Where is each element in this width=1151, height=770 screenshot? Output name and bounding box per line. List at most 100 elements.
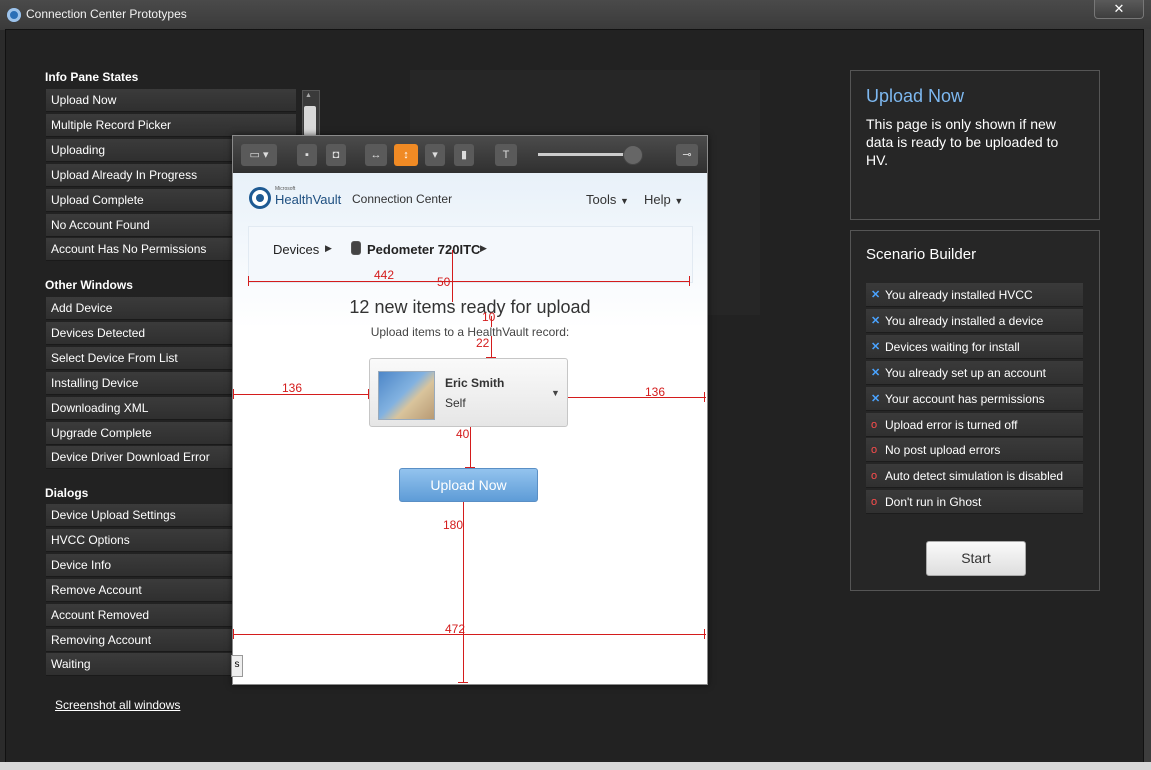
scenario-option-label: You already set up an account <box>885 365 1047 380</box>
breadcrumb-devices[interactable]: Devices <box>273 242 319 257</box>
other-windows-item[interactable]: Device Driver Download Error <box>46 446 232 470</box>
other-windows-item[interactable]: Installing Device <box>46 371 232 395</box>
opacity-slider-track[interactable] <box>538 153 628 156</box>
scenario-option-label: Devices waiting for install <box>885 339 1020 354</box>
brand-main: HealthVault <box>275 192 342 207</box>
redline-right-136 <box>568 397 706 398</box>
breadcrumb-device[interactable]: Pedometer 720ITC <box>367 242 480 257</box>
measure-right-136: 136 <box>645 385 666 399</box>
measure-22: 22 <box>476 336 490 350</box>
redline-tick <box>486 357 496 358</box>
measure-40: 40 <box>456 427 470 441</box>
screenshot-icon[interactable]: ◘ <box>326 144 346 166</box>
scenario-option[interactable]: o Auto detect simulation is disabled <box>866 464 1083 489</box>
dialogs-item[interactable]: Account Removed <box>46 603 232 627</box>
info-pane-item[interactable]: Multiple Record Picker <box>46 113 296 137</box>
dialogs-item[interactable]: Remove Account <box>46 578 232 602</box>
start-button[interactable]: Start <box>926 541 1026 576</box>
measure-180: 180 <box>443 518 464 532</box>
healthvault-logo-dot <box>256 194 264 202</box>
other-windows-title: Other Windows <box>45 278 133 292</box>
dialogs-item[interactable]: Waiting <box>46 653 232 677</box>
redline-40 <box>470 427 471 468</box>
dialogs-item[interactable]: Removing Account <box>46 628 232 652</box>
chevron-down-icon[interactable]: ▼ <box>551 388 560 398</box>
other-windows-item[interactable]: Devices Detected <box>46 321 232 345</box>
redline-tick <box>248 276 249 286</box>
redline-tick <box>233 629 234 639</box>
scenario-option-label: You already installed HVCC <box>885 288 1033 302</box>
redline-472 <box>233 634 706 635</box>
window-border <box>1144 29 1151 764</box>
scenario-option[interactable]: ✕ You already installed a device <box>866 308 1083 333</box>
scenario-builder-title: Scenario Builder <box>866 246 977 263</box>
redline-22 <box>491 336 492 358</box>
resize-tab[interactable]: s <box>231 655 243 677</box>
pin-icon[interactable]: ⊸ <box>676 144 698 166</box>
record-avatar <box>378 371 435 420</box>
scenario-option[interactable]: o Don't run in Ghost <box>866 490 1083 515</box>
disabled-circle-icon: o <box>871 470 878 483</box>
dialogs-item[interactable]: Device Info <box>46 553 232 577</box>
enabled-x-icon: ✕ <box>871 366 881 379</box>
other-windows-item[interactable]: Downloading XML <box>46 396 232 420</box>
dialogs-title: Dialogs <box>45 486 89 500</box>
pedometer-icon <box>351 241 361 255</box>
redline-tick <box>704 392 705 402</box>
upload-now-button[interactable]: Upload Now <box>399 468 538 502</box>
measure-50: 50 <box>437 275 451 289</box>
scenario-option-label: Upload error is turned off <box>885 417 1018 432</box>
other-windows-item[interactable]: Upgrade Complete <box>46 421 232 445</box>
text-tool-icon[interactable]: T <box>495 144 517 166</box>
close-button[interactable]: ✕ <box>1094 0 1144 19</box>
tools-menu[interactable]: Tools ▼ <box>586 192 629 207</box>
opacity-slider-thumb[interactable] <box>623 145 643 165</box>
dialogs-item[interactable]: HVCC Options <box>46 528 232 552</box>
disabled-circle-icon: o <box>871 444 878 457</box>
measure-horizontal-icon[interactable]: ↔ <box>365 144 387 166</box>
enabled-x-icon: ✕ <box>871 289 881 301</box>
tools-menu-label: Tools <box>586 192 617 207</box>
chevron-right-icon: ▶ <box>480 243 487 253</box>
redline-tick <box>465 467 475 468</box>
redline-180 <box>463 502 464 683</box>
enabled-x-icon: ✕ <box>871 340 881 353</box>
enabled-x-icon: ✕ <box>871 392 881 405</box>
screenshot-all-link[interactable]: Screenshot all windows <box>55 698 180 712</box>
scenario-option-label: Don't run in Ghost <box>885 495 982 510</box>
eraser-icon[interactable]: ▮ <box>454 144 474 166</box>
redline-tick <box>368 389 369 399</box>
info-pane-states-title: Info Pane States <box>45 70 139 84</box>
measure-472: 472 <box>445 622 466 636</box>
scenario-option[interactable]: ✕ You already set up an account <box>866 360 1083 385</box>
other-windows-item[interactable]: Select Device From List <box>46 346 232 370</box>
help-menu[interactable]: Help ▼ <box>644 192 683 207</box>
dialogs-item[interactable]: Device Upload Settings <box>46 504 232 527</box>
info-pane-item[interactable]: Upload Now <box>46 89 296 112</box>
window-title: Connection Center Prototypes <box>26 7 187 21</box>
help-menu-label: Help <box>644 192 671 207</box>
window-border-bottom <box>0 762 1151 770</box>
scenario-option[interactable]: ✕ You already installed HVCC <box>866 283 1083 307</box>
folder-icon[interactable]: ▭ ▾ <box>241 144 277 166</box>
scenario-option-label: No post upload errors <box>885 443 1001 458</box>
scrollbar-thumb[interactable] <box>304 106 316 136</box>
record-relation: Self <box>445 396 466 410</box>
scenario-option-label: You already installed a device <box>885 313 1044 328</box>
marker-icon[interactable]: ▾ <box>425 144 445 166</box>
items-heading: 12 new items ready for upload <box>349 297 591 317</box>
scenario-option[interactable]: ✕ Your account has permissions <box>866 386 1083 411</box>
scenario-option-label: Your account has permissions <box>885 391 1045 406</box>
redline-tick <box>458 682 468 683</box>
scenario-option[interactable]: o Upload error is turned off <box>866 412 1083 437</box>
scenario-option[interactable]: ✕ Devices waiting for install <box>866 334 1083 359</box>
scroll-up-icon[interactable]: ▲ <box>305 92 312 99</box>
scenario-option[interactable]: o No post upload errors <box>866 438 1083 463</box>
measure-vertical-icon[interactable]: ↕ <box>394 144 418 166</box>
other-windows-item[interactable]: Add Device <box>46 297 232 320</box>
redline-tick <box>704 629 705 639</box>
annotation-toolbar: ▭ ▾ ▪ ◘ ↔ ↕ ▾ ▮ T ⊸ <box>233 136 707 173</box>
chevron-down-icon: ▼ <box>674 196 684 206</box>
enabled-x-icon: ✕ <box>871 314 881 327</box>
save-icon[interactable]: ▪ <box>297 144 317 166</box>
